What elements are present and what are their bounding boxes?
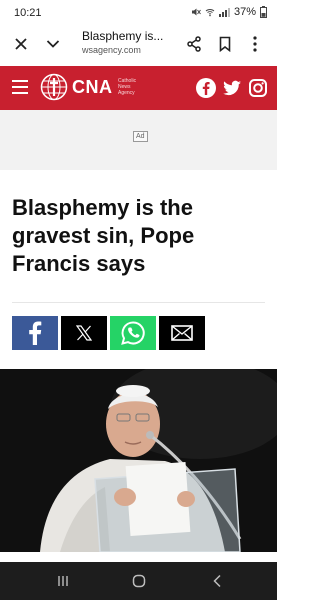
close-tab-button[interactable]: [9, 32, 33, 56]
back-icon: [213, 574, 221, 588]
recent-apps-button[interactable]: [54, 573, 72, 589]
status-icons: 37%: [191, 6, 267, 18]
browser-toolbar: Blasphemy is... wsagency.com: [0, 24, 277, 66]
menu-button[interactable]: [12, 80, 28, 94]
status-bar: 10:21 37%: [0, 0, 277, 24]
site-header: CNA Catholic News Agency: [0, 66, 277, 110]
ad-container[interactable]: Ad: [0, 110, 277, 170]
email-icon: [171, 325, 193, 341]
cna-logo-icon[interactable]: [40, 73, 68, 101]
signal-icon: [218, 8, 230, 17]
bookmark-button[interactable]: [213, 32, 237, 56]
recent-apps-icon: [58, 576, 68, 586]
x-share-button[interactable]: [61, 316, 107, 350]
photo-bottom-border: [0, 552, 277, 562]
wifi-icon: [205, 9, 215, 17]
chevron-down-icon: [46, 40, 60, 48]
more-vert-icon: [253, 36, 257, 52]
bookmark-icon: [219, 36, 231, 52]
x-logo-icon: [76, 325, 92, 341]
page-title: Blasphemy is...: [82, 29, 164, 43]
more-options-button[interactable]: [243, 32, 267, 56]
url-bar[interactable]: Blasphemy is... wsagency.com: [82, 29, 182, 55]
whatsapp-icon: [121, 321, 145, 345]
instagram-icon[interactable]: [247, 77, 269, 99]
ad-label: Ad: [133, 131, 148, 142]
home-icon: [132, 574, 146, 588]
facebook-f-icon: [29, 321, 42, 345]
whatsapp-share-button[interactable]: [110, 316, 156, 350]
close-icon: [15, 38, 27, 50]
twitter-icon[interactable]: [221, 77, 243, 99]
email-share-button[interactable]: [159, 316, 205, 350]
back-button[interactable]: [208, 573, 226, 589]
logo-text[interactable]: CNA: [72, 77, 113, 98]
expand-button[interactable]: [41, 32, 65, 56]
battery-icon: [260, 6, 267, 18]
facebook-share-button[interactable]: [12, 316, 58, 350]
article-photo: [0, 369, 277, 552]
status-time: 10:21: [14, 7, 42, 19]
divider: [12, 302, 265, 303]
logo-subtitle: Catholic News Agency: [118, 78, 137, 96]
battery-percent: 37%: [233, 6, 256, 18]
share-icon: [187, 36, 201, 52]
home-button[interactable]: [130, 573, 148, 589]
system-nav-bar: [0, 562, 277, 600]
share-button[interactable]: [182, 32, 206, 56]
pope-photo-illustration: [0, 369, 277, 552]
article-headline: Blasphemy is the gravest sin, Pope Franc…: [12, 195, 195, 276]
mute-icon: [191, 8, 201, 16]
page-url: wsagency.com: [82, 45, 141, 55]
facebook-icon[interactable]: [195, 77, 217, 99]
